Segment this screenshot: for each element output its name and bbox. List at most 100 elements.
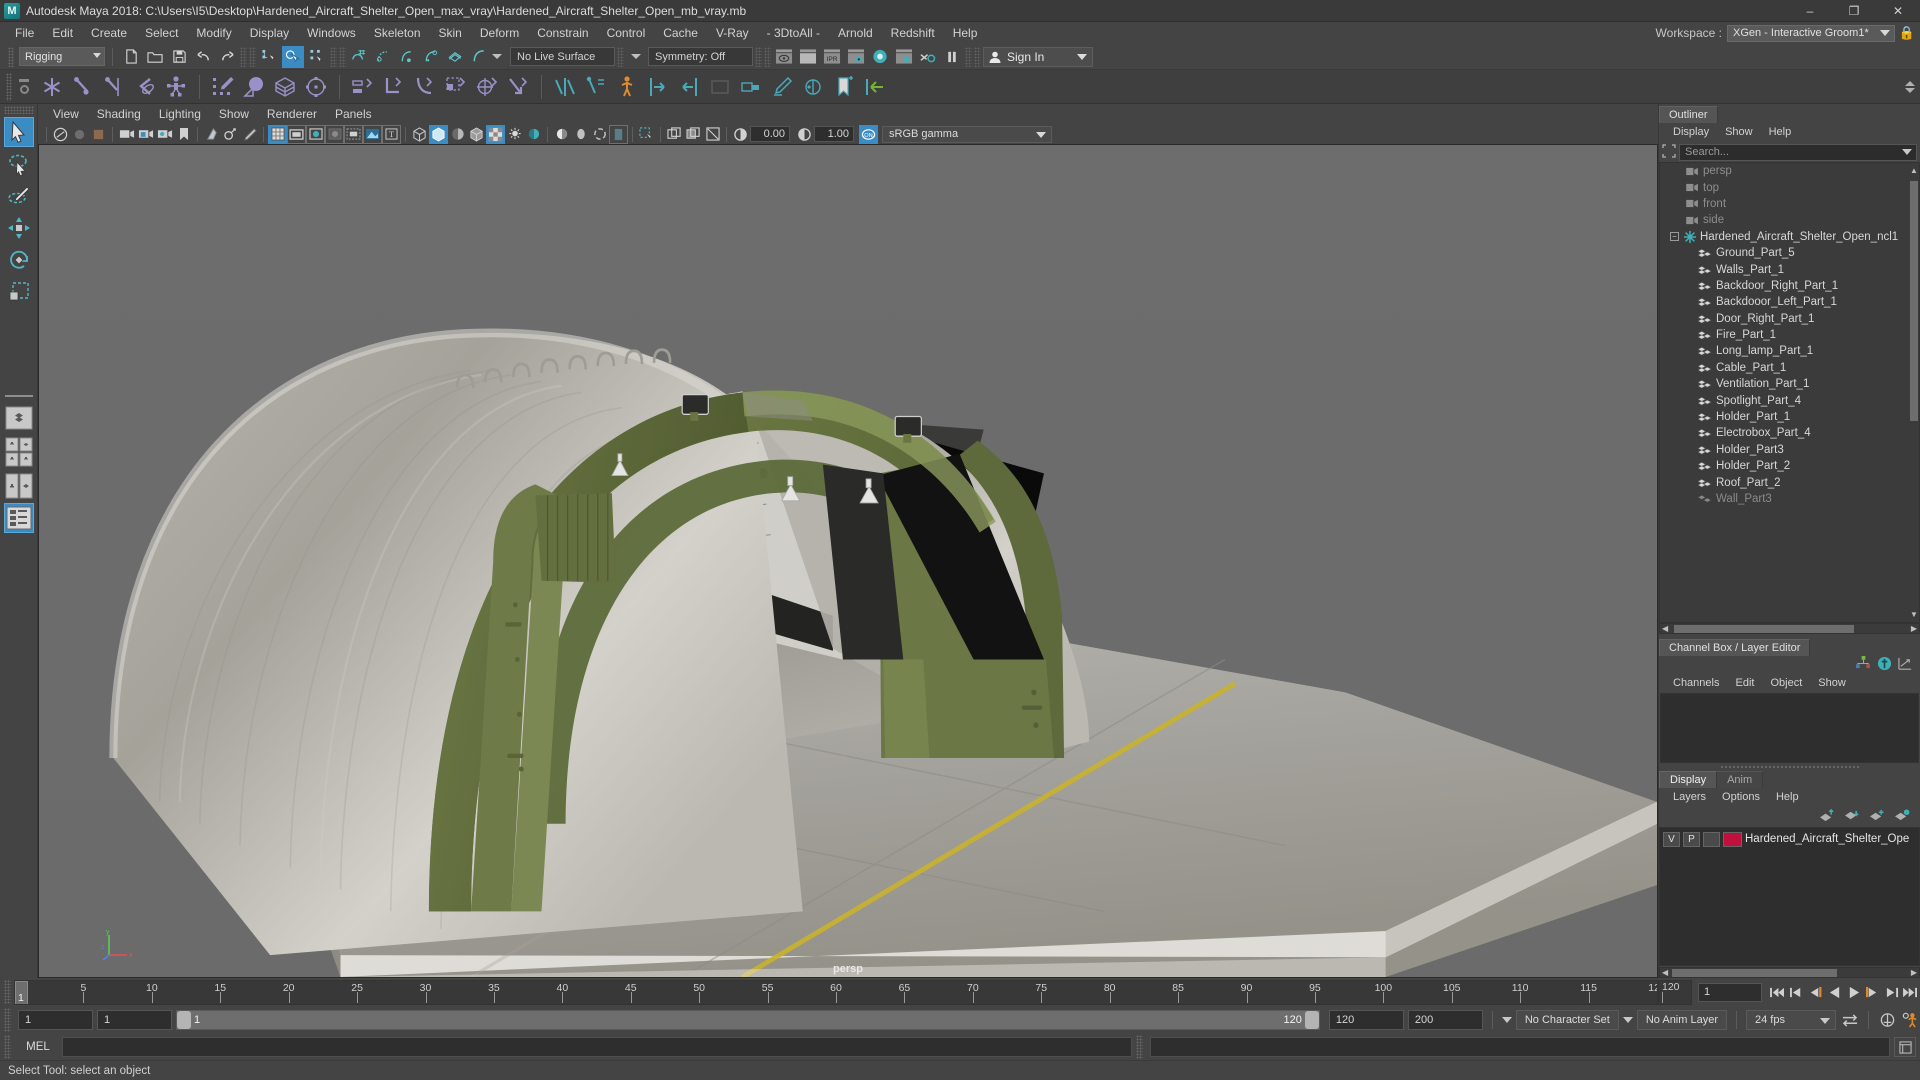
paint-weights-tool-icon[interactable] <box>767 72 797 102</box>
textured-mode-icon[interactable] <box>486 124 505 144</box>
bind-skin-icon[interactable] <box>239 72 269 102</box>
layer-menu-options[interactable]: Options <box>1714 788 1768 807</box>
range-start-field[interactable]: 1 <box>97 1010 172 1030</box>
panel-resize-handle[interactable] <box>1659 763 1920 770</box>
film-gate-icon[interactable] <box>287 124 306 144</box>
select-camera-icon[interactable] <box>51 125 70 144</box>
mirror-joint-icon[interactable] <box>550 72 580 102</box>
menu-select[interactable]: Select <box>136 22 187 44</box>
go-to-bind-pose-icon[interactable] <box>860 72 890 102</box>
tab-anim-layers[interactable]: Anim <box>1717 770 1764 788</box>
outliner-item-mesh[interactable]: Roof_Part_2 <box>1660 474 1919 490</box>
resolution-gate-icon[interactable] <box>306 124 325 144</box>
next-key-button[interactable] <box>1863 981 1882 1003</box>
channel-box-icon[interactable] <box>1856 656 1871 673</box>
empty-shelf-slot[interactable] <box>705 72 735 102</box>
quick-rig-icon[interactable] <box>161 72 191 102</box>
outliner-horizontal-scrollbar[interactable]: ◀ ▶ <box>1659 622 1920 634</box>
human-ik-icon[interactable] <box>612 72 642 102</box>
scale-constraint-icon[interactable] <box>441 72 471 102</box>
ipr-render-icon[interactable]: IPR <box>821 46 843 68</box>
outliner-item-mesh[interactable]: Backdoor_Right_Part_1 <box>1660 278 1919 294</box>
two-pane-layout-button[interactable] <box>4 471 34 501</box>
persp-viewport[interactable]: y x z persp <box>38 144 1658 978</box>
menu-deform[interactable]: Deform <box>471 22 528 44</box>
outliner-item-mesh[interactable]: Ventilation_Part_1 <box>1660 376 1919 392</box>
shelf-tab-menu-icon[interactable] <box>16 72 32 102</box>
tab-channel-box-layer-editor[interactable]: Channel Box / Layer Editor <box>1659 638 1811 656</box>
layer-playback-toggle[interactable]: P <box>1683 831 1700 847</box>
script-language-label[interactable]: MEL <box>18 1041 58 1053</box>
menu-edit[interactable]: Edit <box>43 22 82 44</box>
viewport-menu-panels[interactable]: Panels <box>326 104 381 124</box>
range-slider-bar[interactable]: 1 120 <box>176 1010 1320 1030</box>
menuset-dropdown[interactable]: Rigging <box>19 47 105 66</box>
display-layer-b-icon[interactable] <box>684 125 703 144</box>
new-scene-icon[interactable] <box>120 46 142 68</box>
viewport-menu-shading[interactable]: Shading <box>88 104 150 124</box>
outliner-menu-display[interactable]: Display <box>1665 123 1717 142</box>
scrollbar-thumb[interactable] <box>1910 181 1918 421</box>
range-end-handle[interactable] <box>1304 1011 1319 1029</box>
range-slider-grip[interactable] <box>4 1008 11 1032</box>
shelf-scroll-arrows[interactable] <box>1905 80 1920 93</box>
lasso-tool-button[interactable] <box>4 149 34 179</box>
layer-horizontal-scrollbar[interactable]: ◀ ▶ <box>1659 967 1920 979</box>
create-joint-icon[interactable] <box>37 72 67 102</box>
toolbox-grip[interactable] <box>3 106 34 114</box>
shelf-grip[interactable] <box>6 72 12 101</box>
select-hierarchy-icon[interactable] <box>258 46 280 68</box>
camera-icon[interactable] <box>117 125 136 144</box>
command-line-grip[interactable] <box>4 1035 11 1059</box>
snap-to-point-icon[interactable] <box>396 46 418 68</box>
menu-help[interactable]: Help <box>944 22 987 44</box>
scrollbar-thumb[interactable] <box>1672 969 1837 978</box>
time-slider-grip[interactable] <box>4 980 11 1004</box>
symmetry-field[interactable]: Symmetry: Off <box>648 47 753 66</box>
camera-attributes-icon[interactable] <box>70 125 89 144</box>
menu-cache[interactable]: Cache <box>654 22 707 44</box>
channelbox-menu-channels[interactable]: Channels <box>1665 674 1727 693</box>
shadow-mode-icon[interactable] <box>524 125 543 144</box>
paint-select-tool-button[interactable] <box>4 181 34 211</box>
outliner-item-side[interactable]: side <box>1660 212 1919 228</box>
move-tool-button[interactable] <box>4 213 34 243</box>
menu-arnold[interactable]: Arnold <box>829 22 882 44</box>
outliner-search-input[interactable]: Search... <box>1679 143 1917 161</box>
ik-handle-icon[interactable] <box>68 72 98 102</box>
exposure-icon[interactable] <box>731 125 750 144</box>
tab-outliner[interactable]: Outliner <box>1659 106 1718 123</box>
render-current-frame-icon[interactable] <box>797 46 819 68</box>
status-line-grip[interactable] <box>8 46 14 67</box>
image-plane-icon[interactable] <box>202 125 221 144</box>
attribute-editor-icon[interactable] <box>1877 656 1892 674</box>
smooth-shade-all-icon[interactable] <box>429 124 448 144</box>
undo-icon[interactable] <box>192 46 214 68</box>
command-input-field[interactable] <box>62 1037 1132 1057</box>
select-component-icon[interactable] <box>306 46 328 68</box>
display-layer-list[interactable]: V P Hardened_Aircraft_Shelter_Ope <box>1659 826 1920 967</box>
snap-to-curve-icon[interactable] <box>372 46 394 68</box>
viewport-bookmark-icon[interactable] <box>174 125 193 144</box>
animation-end-field[interactable]: 200 <box>1407 1010 1483 1030</box>
wireframe-shading-icon[interactable] <box>410 125 429 144</box>
menu-create[interactable]: Create <box>82 22 136 44</box>
viewport-menu-renderer[interactable]: Renderer <box>258 104 326 124</box>
use-all-lights-icon[interactable] <box>505 125 524 144</box>
redo-icon[interactable] <box>216 46 238 68</box>
aim-constraint-icon[interactable] <box>472 72 502 102</box>
orient-joint-icon[interactable] <box>581 72 611 102</box>
outliner-menu-show[interactable]: Show <box>1717 123 1761 142</box>
outliner-item-mesh[interactable]: Wall_Part3 <box>1660 491 1919 507</box>
open-scene-icon[interactable] <box>144 46 166 68</box>
scroll-down-icon[interactable]: ▼ <box>1909 608 1919 622</box>
grease-pencil-icon[interactable] <box>240 125 259 144</box>
depth-of-field-icon[interactable] <box>609 124 628 144</box>
render-setup-icon[interactable] <box>917 46 939 68</box>
play-forwards-button[interactable] <box>1844 981 1863 1003</box>
step-back-key-button[interactable] <box>1787 981 1806 1003</box>
lattice-deformer-icon[interactable] <box>270 72 300 102</box>
modeling-toolkit-icon[interactable] <box>1898 656 1913 674</box>
multisample-aa-icon[interactable] <box>590 125 609 144</box>
menu-skin[interactable]: Skin <box>430 22 471 44</box>
